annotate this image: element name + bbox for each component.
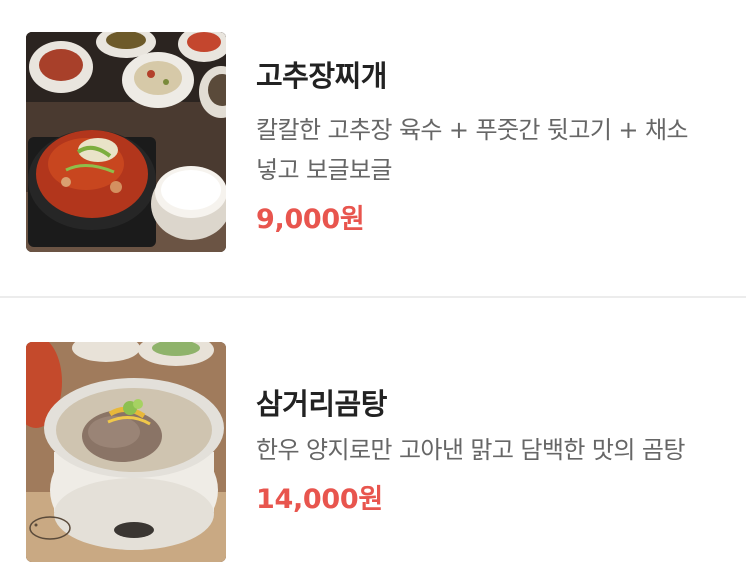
menu-item-info: 삼거리곰탕 한우 양지로만 고아낸 맑고 담백한 맛의 곰탕 14,000원 xyxy=(256,342,736,520)
menu-item-description: 칼칼한 고추장 육수 + 푸줏간 뒷고기 + 채소 넣고 보글보글 xyxy=(256,116,689,184)
menu-item-photo[interactable] xyxy=(26,342,226,562)
menu-item-gomtang[interactable]: 삼거리곰탕 한우 양지로만 고아낸 맑고 담백한 맛의 곰탕 14,000원 xyxy=(0,342,746,562)
menu-list: 고추장찌개 칼칼한 고추장 육수 + 푸줏간 뒷고기 + 채소 넣고 보글보글 … xyxy=(0,0,746,588)
menu-item-info: 고추장찌개 칼칼한 고추장 육수 + 푸줏간 뒷고기 + 채소 넣고 보글보글 … xyxy=(256,32,736,240)
menu-item-description: 한우 양지로만 고아낸 맑고 담백한 맛의 곰탕 xyxy=(256,436,685,464)
gomtang-photo xyxy=(26,342,226,562)
menu-item-photo[interactable] xyxy=(26,32,226,252)
menu-item-price: 9,000원 xyxy=(256,204,365,235)
menu-item-name: 고추장찌개 xyxy=(256,59,387,93)
menu-item-name: 삼거리곰탕 xyxy=(256,387,387,421)
gochujang-jjigae-photo xyxy=(26,32,226,252)
menu-item-price: 14,000원 xyxy=(256,484,383,515)
menu-item-gochujang-jjigae[interactable]: 고추장찌개 칼칼한 고추장 육수 + 푸줏간 뒷고기 + 채소 넣고 보글보글 … xyxy=(0,32,746,252)
menu-divider xyxy=(0,296,746,298)
